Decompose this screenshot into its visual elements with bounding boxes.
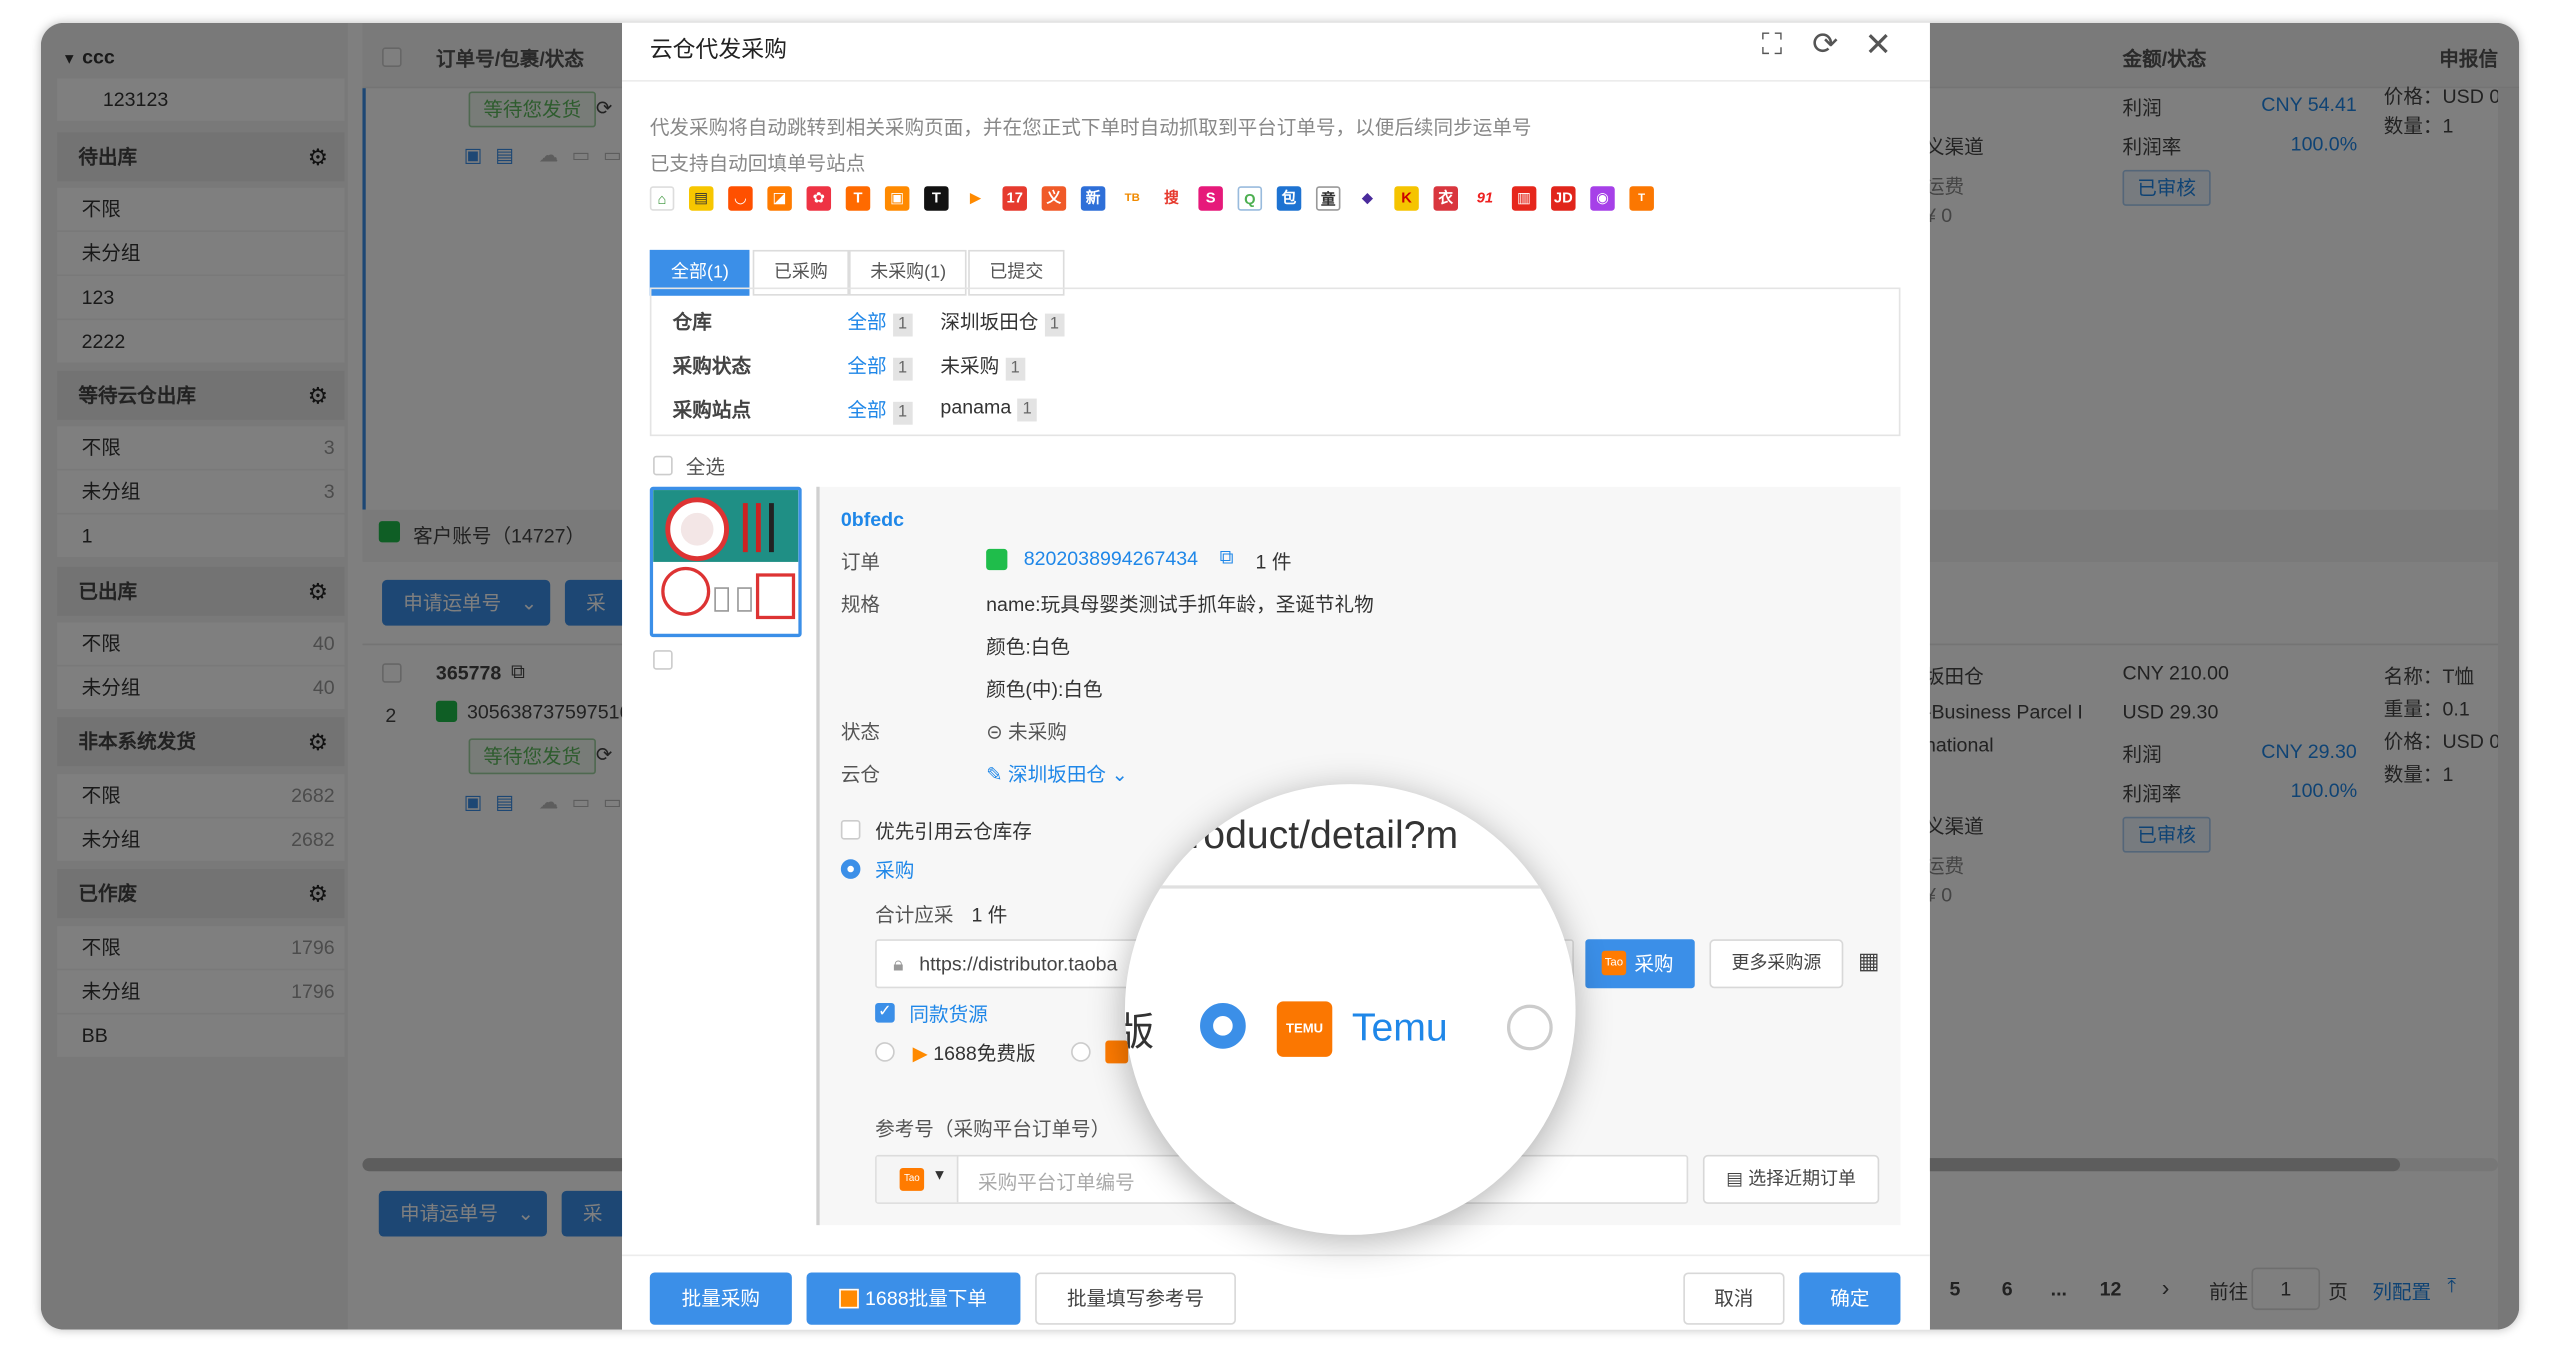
product-image — [653, 490, 799, 620]
filter-option[interactable]: panama 1 — [940, 395, 1037, 422]
temu-icon: TEMU — [1276, 1001, 1333, 1057]
wechat-icon — [986, 548, 1008, 571]
edit-icon: ✎ — [986, 762, 1003, 786]
source-1688: ▶ 1688免费版 — [912, 1042, 1036, 1066]
copy-icon[interactable]: ⧉ — [1220, 546, 1234, 571]
temu-label[interactable]: Temu — [1352, 1006, 1448, 1052]
qr-code-icon[interactable]: ▦ — [1858, 947, 1880, 975]
site-icon-23: ▥ — [1511, 186, 1537, 211]
minus-circle-icon: ⊝ — [986, 720, 1003, 744]
taobao-icon: Tao — [1601, 950, 1627, 976]
select-recent-order-button[interactable]: ▤ 选择近期订单 — [1702, 1154, 1880, 1204]
source-radio[interactable] — [1506, 1004, 1553, 1051]
site-icon-8: T — [924, 186, 949, 211]
site-icon-15: S — [1198, 186, 1223, 211]
magnifier-callout: roduct/detail?m 版 TEMU Temu — [1124, 784, 1576, 1235]
source-radio-1688[interactable] — [875, 1042, 895, 1062]
magnified-url: roduct/detail?m — [1190, 813, 1459, 858]
status-value: ⊝ 未采购 — [986, 720, 1067, 744]
close-icon[interactable]: ✕ — [1865, 25, 1892, 66]
filter-all[interactable]: 全部 1 — [847, 307, 912, 337]
site-icon-11: 义 — [1041, 186, 1067, 211]
site-icon-20: K — [1394, 186, 1419, 211]
source-radio[interactable] — [1071, 1042, 1091, 1062]
more-sources-button[interactable]: 更多采购源 — [1709, 939, 1844, 989]
site-icon-1: ⌂ — [649, 186, 675, 211]
caret-down-icon: ▼ — [932, 1166, 947, 1183]
site-icon-19: ◆ — [1355, 186, 1380, 211]
batch-purchase-button[interactable]: 批量采购 — [649, 1272, 792, 1325]
document-icon: ▤ — [1726, 1169, 1744, 1190]
filter-box: 仓库 全部 1 深圳坂田仓 1 采购状态 全部 1 未采购 1 采购站点 全部 1 pan… — [649, 287, 1901, 437]
batch-fill-ref-button[interactable]: 批量填写参考号 — [1035, 1272, 1236, 1325]
modal-title: 云仓代发采购 — [649, 35, 787, 63]
site-icon-13: TB — [1120, 186, 1145, 211]
modal-description: 代发采购将自动跳转到相关采购页面，并在您正式下单时自动抓取到平台订单号，以便后续… — [649, 115, 1532, 139]
cloud-purchase-modal: 云仓代发采购 ⛶ ⟳ ✕ 代发采购将自动跳转到相关采购页面，并在您正式下单时自动… — [622, 22, 1930, 1330]
site-icon-18: 童 — [1315, 186, 1341, 211]
warehouse-select[interactable]: ✎ 深圳坂田仓 ⌄ — [986, 760, 1128, 788]
site-icon-4: ◪ — [767, 186, 792, 211]
platform-select[interactable]: Tao ▼ — [876, 1156, 959, 1203]
site-icon-12: 新 — [1080, 186, 1106, 211]
lock-icon: 🔒︎ — [893, 952, 904, 976]
refresh-icon[interactable]: ⟳ — [1812, 26, 1838, 64]
site-icon-10: 17 — [1002, 186, 1027, 211]
taobao-icon: Tao — [899, 1167, 925, 1191]
confirm-button[interactable]: 确定 — [1799, 1272, 1901, 1325]
cancel-button[interactable]: 取消 — [1683, 1272, 1785, 1325]
item-checkbox[interactable] — [653, 650, 673, 670]
site-icon-2: ▤ — [688, 186, 714, 211]
site-icon-21: 衣 — [1433, 186, 1459, 211]
site-icon-temu: T — [1629, 186, 1654, 211]
fullscreen-icon[interactable]: ⛶ — [1762, 28, 1783, 62]
1688-icon — [839, 1288, 860, 1309]
site-icon-17: 包 — [1276, 186, 1302, 211]
site-icon-16: Q — [1237, 186, 1263, 211]
product-thumbnail[interactable] — [649, 486, 802, 638]
site-icon-25: ◉ — [1590, 186, 1615, 211]
modal-backdrop[interactable] — [40, 22, 623, 1330]
batch-1688-order-button[interactable]: 1688批量下单 — [806, 1272, 1021, 1325]
site-icon-22: 91 — [1472, 186, 1498, 211]
ref-number-input[interactable]: 采购平台订单编号 — [978, 1168, 1135, 1196]
temu-radio[interactable] — [1200, 1002, 1246, 1049]
site-icon-5: ✿ — [806, 186, 832, 211]
filter-option[interactable]: 未采购 1 — [940, 351, 1025, 381]
site-icon-3: ◡ — [728, 186, 753, 211]
filter-option[interactable]: 深圳坂田仓 1 — [940, 307, 1064, 337]
select-all-checkbox[interactable] — [653, 455, 673, 476]
order-number-link[interactable]: 8202038994267434 — [1024, 547, 1198, 570]
modal-backdrop[interactable] — [1929, 22, 2520, 1330]
purchase-radio[interactable] — [840, 859, 861, 879]
site-icon-24: JD — [1551, 186, 1576, 211]
filter-all[interactable]: 全部 1 — [847, 351, 912, 381]
site-icon-14: 搜 — [1159, 186, 1184, 211]
purchase-button[interactable]: Tao 采购 — [1585, 939, 1695, 989]
same-source-checkbox[interactable]: ✓ — [875, 1002, 895, 1023]
item-code[interactable]: 0bfedc — [841, 508, 904, 531]
supported-sites-label: 已支持自动回填单号站点 — [649, 151, 866, 175]
1688-icon: ▶ — [912, 1042, 928, 1066]
site-icon-7: ▣ — [884, 186, 910, 211]
chevron-down-icon: ⌄ — [1111, 762, 1128, 786]
site-icon-6: T — [845, 186, 871, 211]
prefer-stock-checkbox[interactable] — [840, 820, 861, 840]
site-icon-9: ▶ — [963, 186, 988, 211]
filter-all[interactable]: 全部 1 — [847, 395, 912, 425]
